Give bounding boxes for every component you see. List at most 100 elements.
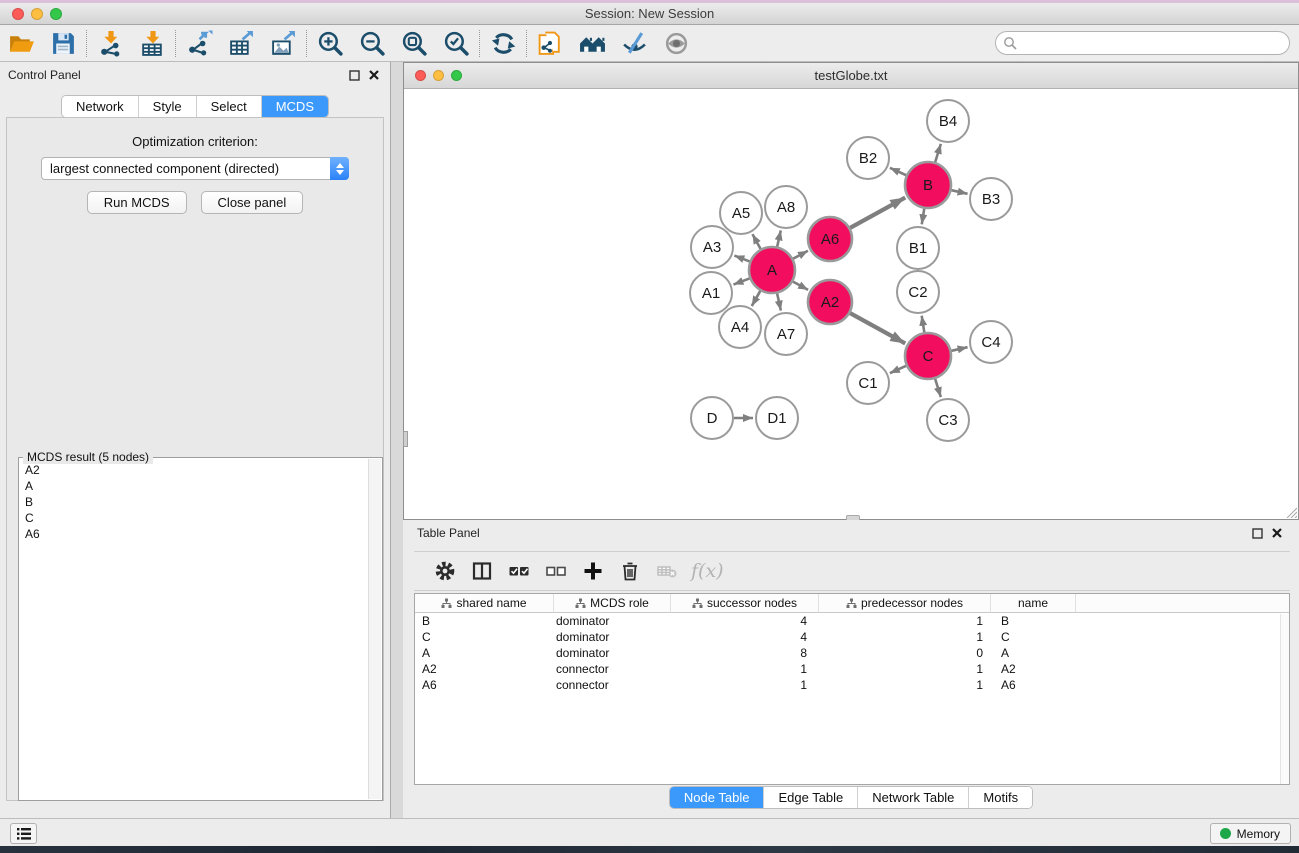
edge-A6-B[interactable] xyxy=(850,198,905,228)
mcds-result-item[interactable]: B xyxy=(20,494,367,510)
graph-node-B[interactable]: B xyxy=(905,162,951,208)
graph-node-B1[interactable]: B1 xyxy=(897,227,939,269)
tab-mcds[interactable]: MCDS xyxy=(261,96,328,117)
table-cell[interactable]: B xyxy=(991,613,1076,629)
table-settings-button[interactable] xyxy=(426,556,463,586)
table-cell[interactable]: connector xyxy=(554,661,671,677)
edge-A-A8[interactable] xyxy=(777,230,781,246)
delete-table-button[interactable] xyxy=(648,556,685,586)
search-box[interactable] xyxy=(995,31,1290,55)
graph-node-A[interactable]: A xyxy=(749,247,795,293)
graph-node-A8[interactable]: A8 xyxy=(765,186,807,228)
delete-column-button[interactable] xyxy=(611,556,648,586)
graph-node-C3[interactable]: C3 xyxy=(927,399,969,441)
add-column-button[interactable] xyxy=(574,556,611,586)
table-scrollbar[interactable] xyxy=(1280,614,1289,784)
table-cell[interactable]: 8 xyxy=(671,645,819,661)
table-cell[interactable]: 4 xyxy=(671,629,819,645)
graph-node-D1[interactable]: D1 xyxy=(756,397,798,439)
criterion-dropdown[interactable]: largest connected component (directed) xyxy=(41,157,349,180)
graph-node-A5[interactable]: A5 xyxy=(720,192,762,234)
tab-select[interactable]: Select xyxy=(196,96,261,117)
edge-B-B2[interactable] xyxy=(890,168,906,175)
graph-node-B3[interactable]: B3 xyxy=(970,178,1012,220)
resize-grip-icon[interactable] xyxy=(1283,504,1297,518)
zoom-out-button[interactable] xyxy=(351,27,393,59)
tab-node-table[interactable]: Node Table xyxy=(670,787,764,808)
zoom-selected-button[interactable] xyxy=(435,27,477,59)
edge-C-C2[interactable] xyxy=(922,316,925,333)
column-header-mcds-role[interactable]: MCDS role xyxy=(554,594,671,613)
table-cell[interactable]: dominator xyxy=(554,629,671,645)
graph-node-A4[interactable]: A4 xyxy=(719,306,761,348)
edge-C-C1[interactable] xyxy=(890,366,906,373)
edge-B-B4[interactable] xyxy=(935,144,941,162)
tab-edge-table[interactable]: Edge Table xyxy=(763,787,857,808)
close-panel-icon[interactable] xyxy=(1269,526,1285,540)
column-header-predecessor-nodes[interactable]: predecessor nodes xyxy=(819,594,991,613)
column-header-shared-name[interactable]: shared name xyxy=(415,594,554,613)
table-cell[interactable]: 0 xyxy=(819,645,991,661)
edge-A2-C[interactable] xyxy=(850,313,905,343)
edge-A-A6[interactable] xyxy=(793,251,808,259)
graph-node-B2[interactable]: B2 xyxy=(847,137,889,179)
graph-node-A7[interactable]: A7 xyxy=(765,313,807,355)
edge-C-C4[interactable] xyxy=(951,347,967,351)
home-pair-button[interactable] xyxy=(571,27,613,59)
edge-A-A1[interactable] xyxy=(733,278,749,284)
graph-node-B4[interactable]: B4 xyxy=(927,100,969,142)
graph-node-A1[interactable]: A1 xyxy=(690,272,732,314)
table-cell[interactable]: B xyxy=(415,613,554,629)
table-cell[interactable]: A6 xyxy=(415,677,554,693)
import-network-button[interactable] xyxy=(89,27,131,59)
edge-A-A4[interactable] xyxy=(752,291,761,306)
edge-A-A2[interactable] xyxy=(793,282,808,290)
column-header-successor-nodes[interactable]: successor nodes xyxy=(671,594,819,613)
edge-A-A7[interactable] xyxy=(777,293,781,310)
export-image-button[interactable] xyxy=(262,27,304,59)
export-network-button[interactable] xyxy=(178,27,220,59)
deselect-all-rows-button[interactable] xyxy=(537,556,574,586)
float-panel-icon[interactable] xyxy=(1249,526,1265,540)
table-cell[interactable]: dominator xyxy=(554,613,671,629)
tab-network-table[interactable]: Network Table xyxy=(857,787,968,808)
apply-function-button[interactable]: f(x) xyxy=(691,560,724,582)
run-mcds-button[interactable]: Run MCDS xyxy=(87,191,187,214)
table-cell[interactable]: 1 xyxy=(819,661,991,677)
mcds-result-item[interactable]: A2 xyxy=(20,462,367,478)
search-input[interactable] xyxy=(1017,36,1289,51)
table-cell[interactable]: 1 xyxy=(819,629,991,645)
edge-A-A5[interactable] xyxy=(752,234,760,249)
import-table-button[interactable] xyxy=(131,27,173,59)
graph-node-C2[interactable]: C2 xyxy=(897,271,939,313)
table-cell[interactable]: A xyxy=(991,645,1076,661)
mcds-result-item[interactable]: A xyxy=(20,478,367,494)
table-cell[interactable]: 1 xyxy=(819,613,991,629)
close-panel-icon[interactable] xyxy=(366,68,382,82)
task-history-button[interactable] xyxy=(10,823,37,844)
open-session-button[interactable] xyxy=(0,27,42,59)
table-cell[interactable]: dominator xyxy=(554,645,671,661)
tab-network[interactable]: Network xyxy=(62,96,138,117)
table-cell[interactable]: A2 xyxy=(415,661,554,677)
show-hide-graphics-details-button[interactable] xyxy=(613,27,655,59)
zoom-fit-button[interactable] xyxy=(393,27,435,59)
result-scrollbar[interactable] xyxy=(368,459,381,799)
table-cell[interactable]: A xyxy=(415,645,554,661)
table-cell[interactable]: 1 xyxy=(671,661,819,677)
tab-style[interactable]: Style xyxy=(138,96,196,117)
network-graph[interactable]: B4B2BB3A5A8A6A3B1AA1C2A2A4A7C4CC1C3DD1 xyxy=(404,89,1298,519)
table-cell[interactable]: A6 xyxy=(991,677,1076,693)
table-cell[interactable]: A2 xyxy=(991,661,1076,677)
edge-C-C3[interactable] xyxy=(935,379,941,397)
float-panel-icon[interactable] xyxy=(346,68,362,82)
graph-node-C[interactable]: C xyxy=(905,333,951,379)
memory-button[interactable]: Memory xyxy=(1210,823,1291,844)
zoom-in-button[interactable] xyxy=(309,27,351,59)
graph-node-C1[interactable]: C1 xyxy=(847,362,889,404)
table-cell[interactable]: C xyxy=(415,629,554,645)
graph-node-D[interactable]: D xyxy=(691,397,733,439)
mcds-result-item[interactable]: C xyxy=(20,510,367,526)
network-window-titlebar[interactable]: testGlobe.txt xyxy=(404,63,1298,89)
table-cell[interactable]: 1 xyxy=(819,677,991,693)
